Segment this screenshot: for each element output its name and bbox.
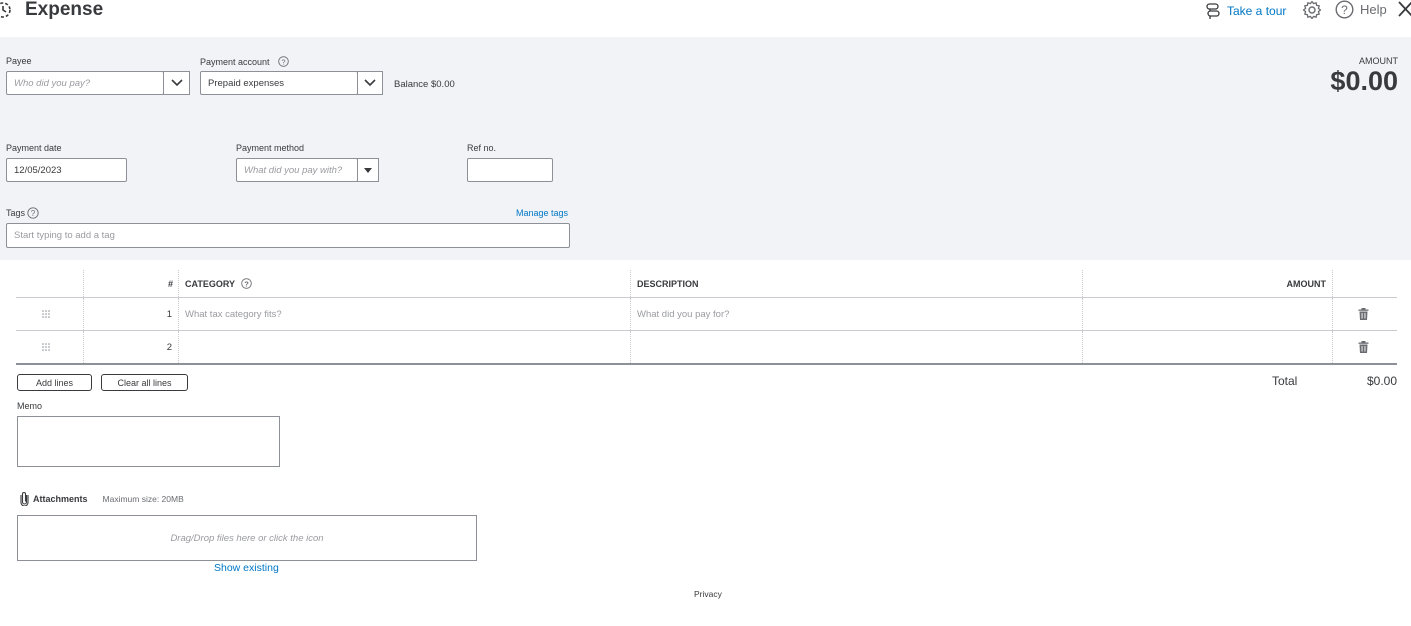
privacy-link[interactable]: Privacy [694,589,722,599]
gear-icon[interactable] [1302,0,1322,20]
tags-label-group: Tags ? [6,207,39,219]
add-lines-button[interactable]: Add lines [17,374,92,391]
header-num: # [167,278,173,289]
svg-text:?: ? [1341,3,1348,17]
manage-tags-link[interactable]: Manage tags [516,208,568,218]
attachments-label: Attachments [33,493,88,504]
payment-method-label: Payment method [236,143,305,153]
description-input[interactable]: What did you pay for? [637,298,1077,330]
chevron-down-icon [364,79,376,87]
ref-no-input[interactable] [467,158,553,182]
help-icon: ? [1335,0,1354,19]
svg-text:?: ? [244,279,249,288]
tags-placeholder: Start typing to add a tag [14,230,115,241]
table-row[interactable]: 2 [16,331,1397,365]
memo-label: Memo [17,401,43,411]
payment-date-value: 12/05/2023 [14,164,62,176]
page-title: Expense [25,0,104,20]
take-tour-link[interactable]: Take a tour [1205,2,1286,20]
payee-label: Payee [6,56,32,66]
category-input[interactable]: What tax category fits? [185,298,625,330]
attachment-dropzone[interactable]: Drag/Drop files here or click the icon [17,515,477,561]
trash-icon[interactable] [1358,298,1372,330]
payment-account-select[interactable]: Prepaid expenses [200,71,358,95]
dropzone-text: Drag/Drop files here or click the icon [170,532,324,544]
header-category: CATEGORY [185,278,236,289]
total-value: $0.00 [1366,374,1397,388]
amount-label: AMOUNT [1359,56,1398,66]
tags-label: Tags [6,208,26,218]
info-icon[interactable]: ? [277,56,289,67]
help-label: Help [1360,2,1387,17]
ref-no-label: Ref no. [467,143,497,153]
category-input[interactable] [185,331,625,363]
total-label: Total [1272,374,1298,388]
payee-placeholder: Who did you pay? [14,77,91,89]
info-icon[interactable]: ? [27,207,39,219]
description-input[interactable] [637,331,1077,363]
amount-input[interactable] [1082,331,1332,363]
tags-input[interactable]: Start typing to add a tag [6,223,570,248]
balance-label: Balance [394,79,429,90]
payment-method-placeholder: What did you pay with? [244,164,343,176]
caret-down-icon [364,167,372,173]
attachments-max-size: Maximum size: 20MB [102,493,184,504]
show-existing-link[interactable]: Show existing [214,562,279,574]
payment-method-select[interactable]: What did you pay with? [236,158,358,182]
take-tour-label: Take a tour [1227,4,1287,18]
header-amount: AMOUNT [1286,278,1327,289]
svg-text:?: ? [281,57,285,66]
history-icon[interactable] [0,1,12,19]
balance-display: Balance $0.00 [394,79,455,90]
row-number: 2 [166,341,172,353]
row-number: 1 [166,308,172,320]
memo-textarea[interactable] [17,416,280,467]
balance-value: $0.00 [430,79,455,90]
payee-input[interactable]: Who did you pay? [6,71,164,95]
close-icon[interactable] [1397,0,1411,18]
payment-account-label-group: Payment account ? [200,56,289,67]
payment-date-label: Payment date [6,143,62,153]
trash-icon[interactable] [1358,331,1372,363]
payee-dropdown-button[interactable] [163,71,190,95]
amount-value: $0.00 [1330,66,1398,96]
paperclip-icon [20,492,29,506]
payment-account-dropdown-button[interactable] [357,71,383,95]
payment-account-label: Payment account [200,56,270,67]
payment-method-dropdown-button[interactable] [357,158,379,182]
svg-text:?: ? [31,209,36,218]
amount-input[interactable] [1082,298,1332,330]
signpost-icon [1206,3,1220,19]
header-description: DESCRIPTION [637,278,699,289]
clear-all-lines-button[interactable]: Clear all lines [101,374,188,391]
table-row[interactable]: 1 What tax category fits? What did you p… [16,298,1397,331]
attachments-header: Attachments Maximum size: 20MB [20,491,184,506]
payment-account-value: Prepaid expenses [208,77,285,89]
drag-handle-icon[interactable] [42,298,54,330]
info-icon[interactable]: ? [241,278,252,289]
payment-date-input[interactable]: 12/05/2023 [6,158,127,182]
header-category-group: CATEGORY ? [185,270,485,297]
drag-handle-icon[interactable] [42,331,54,363]
help-button[interactable]: ? Help [1335,0,1387,19]
chevron-down-icon [170,79,183,87]
memo-value [18,417,279,425]
table-header-row: # CATEGORY ? DESCRIPTION AMOUNT [16,270,1397,298]
